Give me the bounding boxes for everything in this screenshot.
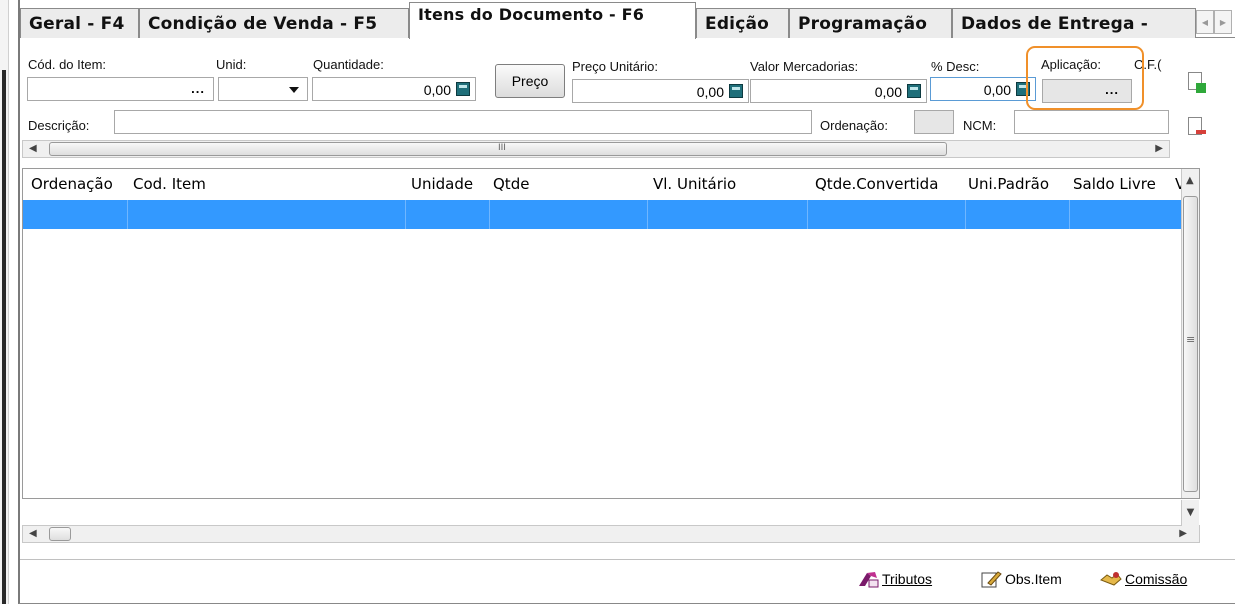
unid-select[interactable] bbox=[218, 77, 308, 101]
calculator-icon[interactable] bbox=[456, 82, 470, 96]
scroll-down-icon[interactable]: ▼ bbox=[1181, 500, 1199, 526]
form-horizontal-scrollbar[interactable]: ◀ III ▶ bbox=[22, 140, 1170, 158]
tab-condicao-venda[interactable]: Condição de Venda - F5 bbox=[139, 8, 409, 38]
vscroll-thumb[interactable]: ≡ bbox=[1183, 196, 1198, 492]
ordenacao-input[interactable] bbox=[914, 110, 954, 134]
preco-button[interactable]: Preço bbox=[495, 64, 565, 98]
tributos-button[interactable]: Tributos bbox=[857, 570, 932, 588]
handshake-icon bbox=[1100, 570, 1122, 588]
tab-scroll-left-icon[interactable]: ◀ bbox=[1196, 10, 1214, 34]
remove-item-icon[interactable] bbox=[1188, 117, 1206, 135]
comissao-button[interactable]: Comissão bbox=[1100, 570, 1187, 588]
footer-separator bbox=[20, 559, 1235, 560]
preco-unitario-label: Preço Unitário: bbox=[572, 59, 658, 74]
scroll-left-icon[interactable]: ◀ bbox=[29, 143, 37, 154]
chevron-down-icon[interactable] bbox=[289, 87, 299, 93]
tab-edicao[interactable]: Edição bbox=[696, 8, 789, 38]
cod-item-label: Cód. do Item: bbox=[28, 57, 107, 72]
grid-scroll-thumb[interactable] bbox=[49, 527, 71, 541]
grid-vertical-scrollbar[interactable]: ▲ ≡ bbox=[1181, 169, 1199, 498]
calculator-icon[interactable] bbox=[729, 84, 743, 98]
grid-horizontal-scrollbar[interactable]: ◀ ▶ ▼ bbox=[22, 500, 1200, 543]
items-grid[interactable]: Ordenação Cod. Item Unidade Qtde Vl. Uni… bbox=[22, 168, 1200, 499]
column-header[interactable]: Cod. Item bbox=[133, 175, 206, 193]
tab-geral[interactable]: Geral - F4 bbox=[20, 8, 139, 38]
scroll-left-icon[interactable]: ◀ bbox=[29, 528, 37, 539]
ordenacao-label: Ordenação: bbox=[820, 118, 888, 133]
calculator-icon[interactable] bbox=[907, 84, 921, 98]
add-item-icon[interactable] bbox=[1188, 72, 1206, 93]
tab-dados-entrega[interactable]: Dados de Entrega - bbox=[952, 8, 1196, 38]
aplicacao-highlight bbox=[1026, 46, 1144, 110]
left-border bbox=[0, 0, 9, 604]
valor-mercadorias-input[interactable]: 0,00 bbox=[750, 79, 927, 103]
column-header[interactable]: Saldo Livre bbox=[1073, 175, 1156, 193]
scroll-right-icon[interactable]: ▶ bbox=[1155, 143, 1163, 154]
valor-mercadorias-label: Valor Mercadorias: bbox=[750, 59, 859, 74]
preco-unitario-input[interactable]: 0,00 bbox=[572, 79, 749, 103]
quantidade-label: Quantidade: bbox=[313, 57, 384, 72]
tab-scroll-right-icon[interactable]: ▶ bbox=[1214, 10, 1232, 34]
column-header[interactable]: Vl. Unitário bbox=[653, 175, 736, 193]
quantidade-input[interactable]: 0,00 bbox=[312, 77, 476, 101]
tributos-icon bbox=[857, 570, 879, 588]
unid-label: Unid: bbox=[216, 57, 247, 72]
descricao-label: Descrição: bbox=[28, 118, 90, 133]
tab-programacao[interactable]: Programação bbox=[789, 8, 952, 38]
column-header[interactable]: Qtde.Convertida bbox=[815, 175, 938, 193]
column-header[interactable]: Ordenação bbox=[31, 175, 113, 193]
tab-scroll-buttons: ◀ ▶ bbox=[1196, 10, 1232, 34]
ncm-input[interactable] bbox=[1014, 110, 1169, 134]
ncm-label: NCM: bbox=[963, 118, 997, 133]
cod-item-lookup-icon[interactable]: ... bbox=[191, 81, 205, 96]
scroll-thumb[interactable]: III bbox=[49, 142, 947, 156]
descricao-input[interactable] bbox=[114, 110, 812, 134]
grid-header: Ordenação Cod. Item Unidade Qtde Vl. Uni… bbox=[23, 169, 1199, 199]
column-header[interactable]: Qtde bbox=[493, 175, 529, 193]
column-header[interactable]: Unidade bbox=[411, 175, 473, 193]
scroll-up-icon[interactable]: ▲ bbox=[1186, 175, 1194, 186]
desc-input[interactable]: 0,00 bbox=[930, 77, 1036, 101]
tab-itens-documento[interactable]: Itens do Documento - F6 bbox=[409, 2, 696, 39]
column-header[interactable]: Uni.Padrão bbox=[968, 175, 1049, 193]
obs-item-button[interactable]: Obs.Item bbox=[980, 570, 1062, 588]
table-row[interactable] bbox=[23, 200, 1185, 229]
note-pencil-icon bbox=[980, 570, 1002, 588]
scroll-right-icon[interactable]: ▶ bbox=[1179, 528, 1187, 539]
cod-item-input[interactable]: ... bbox=[27, 77, 214, 101]
tab-strip: Geral - F4 Condição de Venda - F5 Itens … bbox=[20, 2, 1235, 39]
desc-label: % Desc: bbox=[931, 59, 980, 74]
